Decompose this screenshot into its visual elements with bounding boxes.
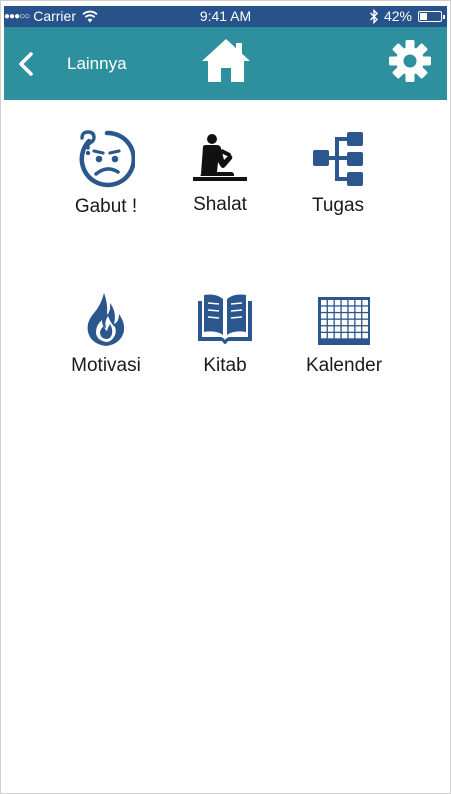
calendar-cell bbox=[355, 333, 362, 339]
calendar-cell bbox=[341, 300, 348, 306]
calendar-cell bbox=[321, 300, 327, 306]
calendar-cell bbox=[341, 313, 348, 319]
menu-label-kalender: Kalender bbox=[305, 355, 383, 376]
chevron-left-icon[interactable] bbox=[16, 51, 36, 77]
calendar-cell bbox=[334, 306, 341, 312]
gear-icon[interactable] bbox=[389, 40, 431, 82]
calendar-cell bbox=[348, 319, 355, 326]
battery-percent: 42% bbox=[383, 8, 412, 24]
flame-icon bbox=[87, 293, 125, 346]
calendar-cell bbox=[355, 326, 362, 332]
calendar-cell bbox=[341, 319, 348, 326]
calendar-cell bbox=[362, 319, 368, 326]
calendar-cell bbox=[327, 319, 334, 326]
home-icon[interactable] bbox=[200, 37, 252, 83]
calendar-cell bbox=[327, 300, 334, 306]
calendar-cell bbox=[362, 326, 368, 332]
calendar-cell bbox=[348, 313, 355, 319]
calendar-cell bbox=[327, 333, 334, 339]
calendar-cell bbox=[327, 306, 334, 312]
menu-item-shalat[interactable]: Shalat bbox=[160, 132, 280, 216]
calendar-cell bbox=[341, 306, 348, 312]
calendar-cell bbox=[362, 306, 368, 312]
calendar-cell bbox=[321, 313, 327, 319]
confused-face-icon bbox=[79, 130, 135, 188]
calendar-cell bbox=[334, 300, 341, 306]
menu-label-tugas: Tugas bbox=[311, 195, 365, 216]
battery-icon bbox=[418, 11, 445, 22]
prayer-icon bbox=[193, 134, 247, 181]
calendar-cell bbox=[348, 306, 355, 312]
calendar-grid-icon bbox=[318, 297, 370, 345]
calendar-cell bbox=[334, 313, 341, 319]
calendar-cell bbox=[362, 300, 368, 306]
calendar-cell bbox=[348, 300, 355, 306]
app-screen: ●●●○○ Carrier 9:41 AM 42% Lainnya Gabut … bbox=[0, 0, 451, 794]
menu-item-gabut[interactable]: Gabut ! bbox=[46, 130, 166, 218]
book-icon bbox=[198, 294, 252, 344]
calendar-cell bbox=[341, 333, 348, 339]
calendar-cell bbox=[348, 333, 355, 339]
calendar-cell bbox=[321, 306, 327, 312]
calendar-cell bbox=[321, 333, 327, 339]
menu-label-gabut: Gabut ! bbox=[74, 196, 138, 217]
calendar-cell bbox=[362, 313, 368, 319]
bluetooth-icon bbox=[369, 9, 378, 24]
nav-bar: Lainnya bbox=[4, 27, 447, 100]
menu-item-tugas[interactable]: Tugas bbox=[278, 131, 398, 217]
calendar-cell bbox=[362, 333, 368, 339]
battery-fill bbox=[420, 13, 428, 20]
menu-item-motivasi[interactable]: Motivasi bbox=[46, 291, 166, 377]
sitemap-icon bbox=[313, 132, 363, 186]
calendar-cell bbox=[355, 306, 362, 312]
calendar-cell bbox=[355, 313, 362, 319]
status-right: 42% bbox=[369, 6, 445, 27]
calendar-cell bbox=[321, 326, 327, 332]
menu-label-kitab: Kitab bbox=[203, 355, 247, 376]
calendar-cell bbox=[334, 319, 341, 326]
calendar-cell bbox=[327, 313, 334, 319]
menu-item-kitab[interactable]: Kitab bbox=[165, 291, 285, 377]
calendar-cell bbox=[355, 319, 362, 326]
status-bar: ●●●○○ Carrier 9:41 AM 42% bbox=[4, 6, 447, 27]
menu-label-motivasi: Motivasi bbox=[71, 355, 141, 376]
menu-label-shalat: Shalat bbox=[193, 194, 247, 215]
calendar-cell bbox=[355, 300, 362, 306]
menu-item-kalender[interactable]: Kalender bbox=[284, 293, 404, 377]
calendar-cell bbox=[341, 326, 348, 332]
page-title: Lainnya bbox=[67, 54, 127, 73]
calendar-cell bbox=[321, 319, 327, 326]
calendar-cell bbox=[348, 326, 355, 332]
calendar-cell bbox=[327, 326, 334, 332]
calendar-cell bbox=[334, 333, 341, 339]
calendar-cell bbox=[334, 326, 341, 332]
